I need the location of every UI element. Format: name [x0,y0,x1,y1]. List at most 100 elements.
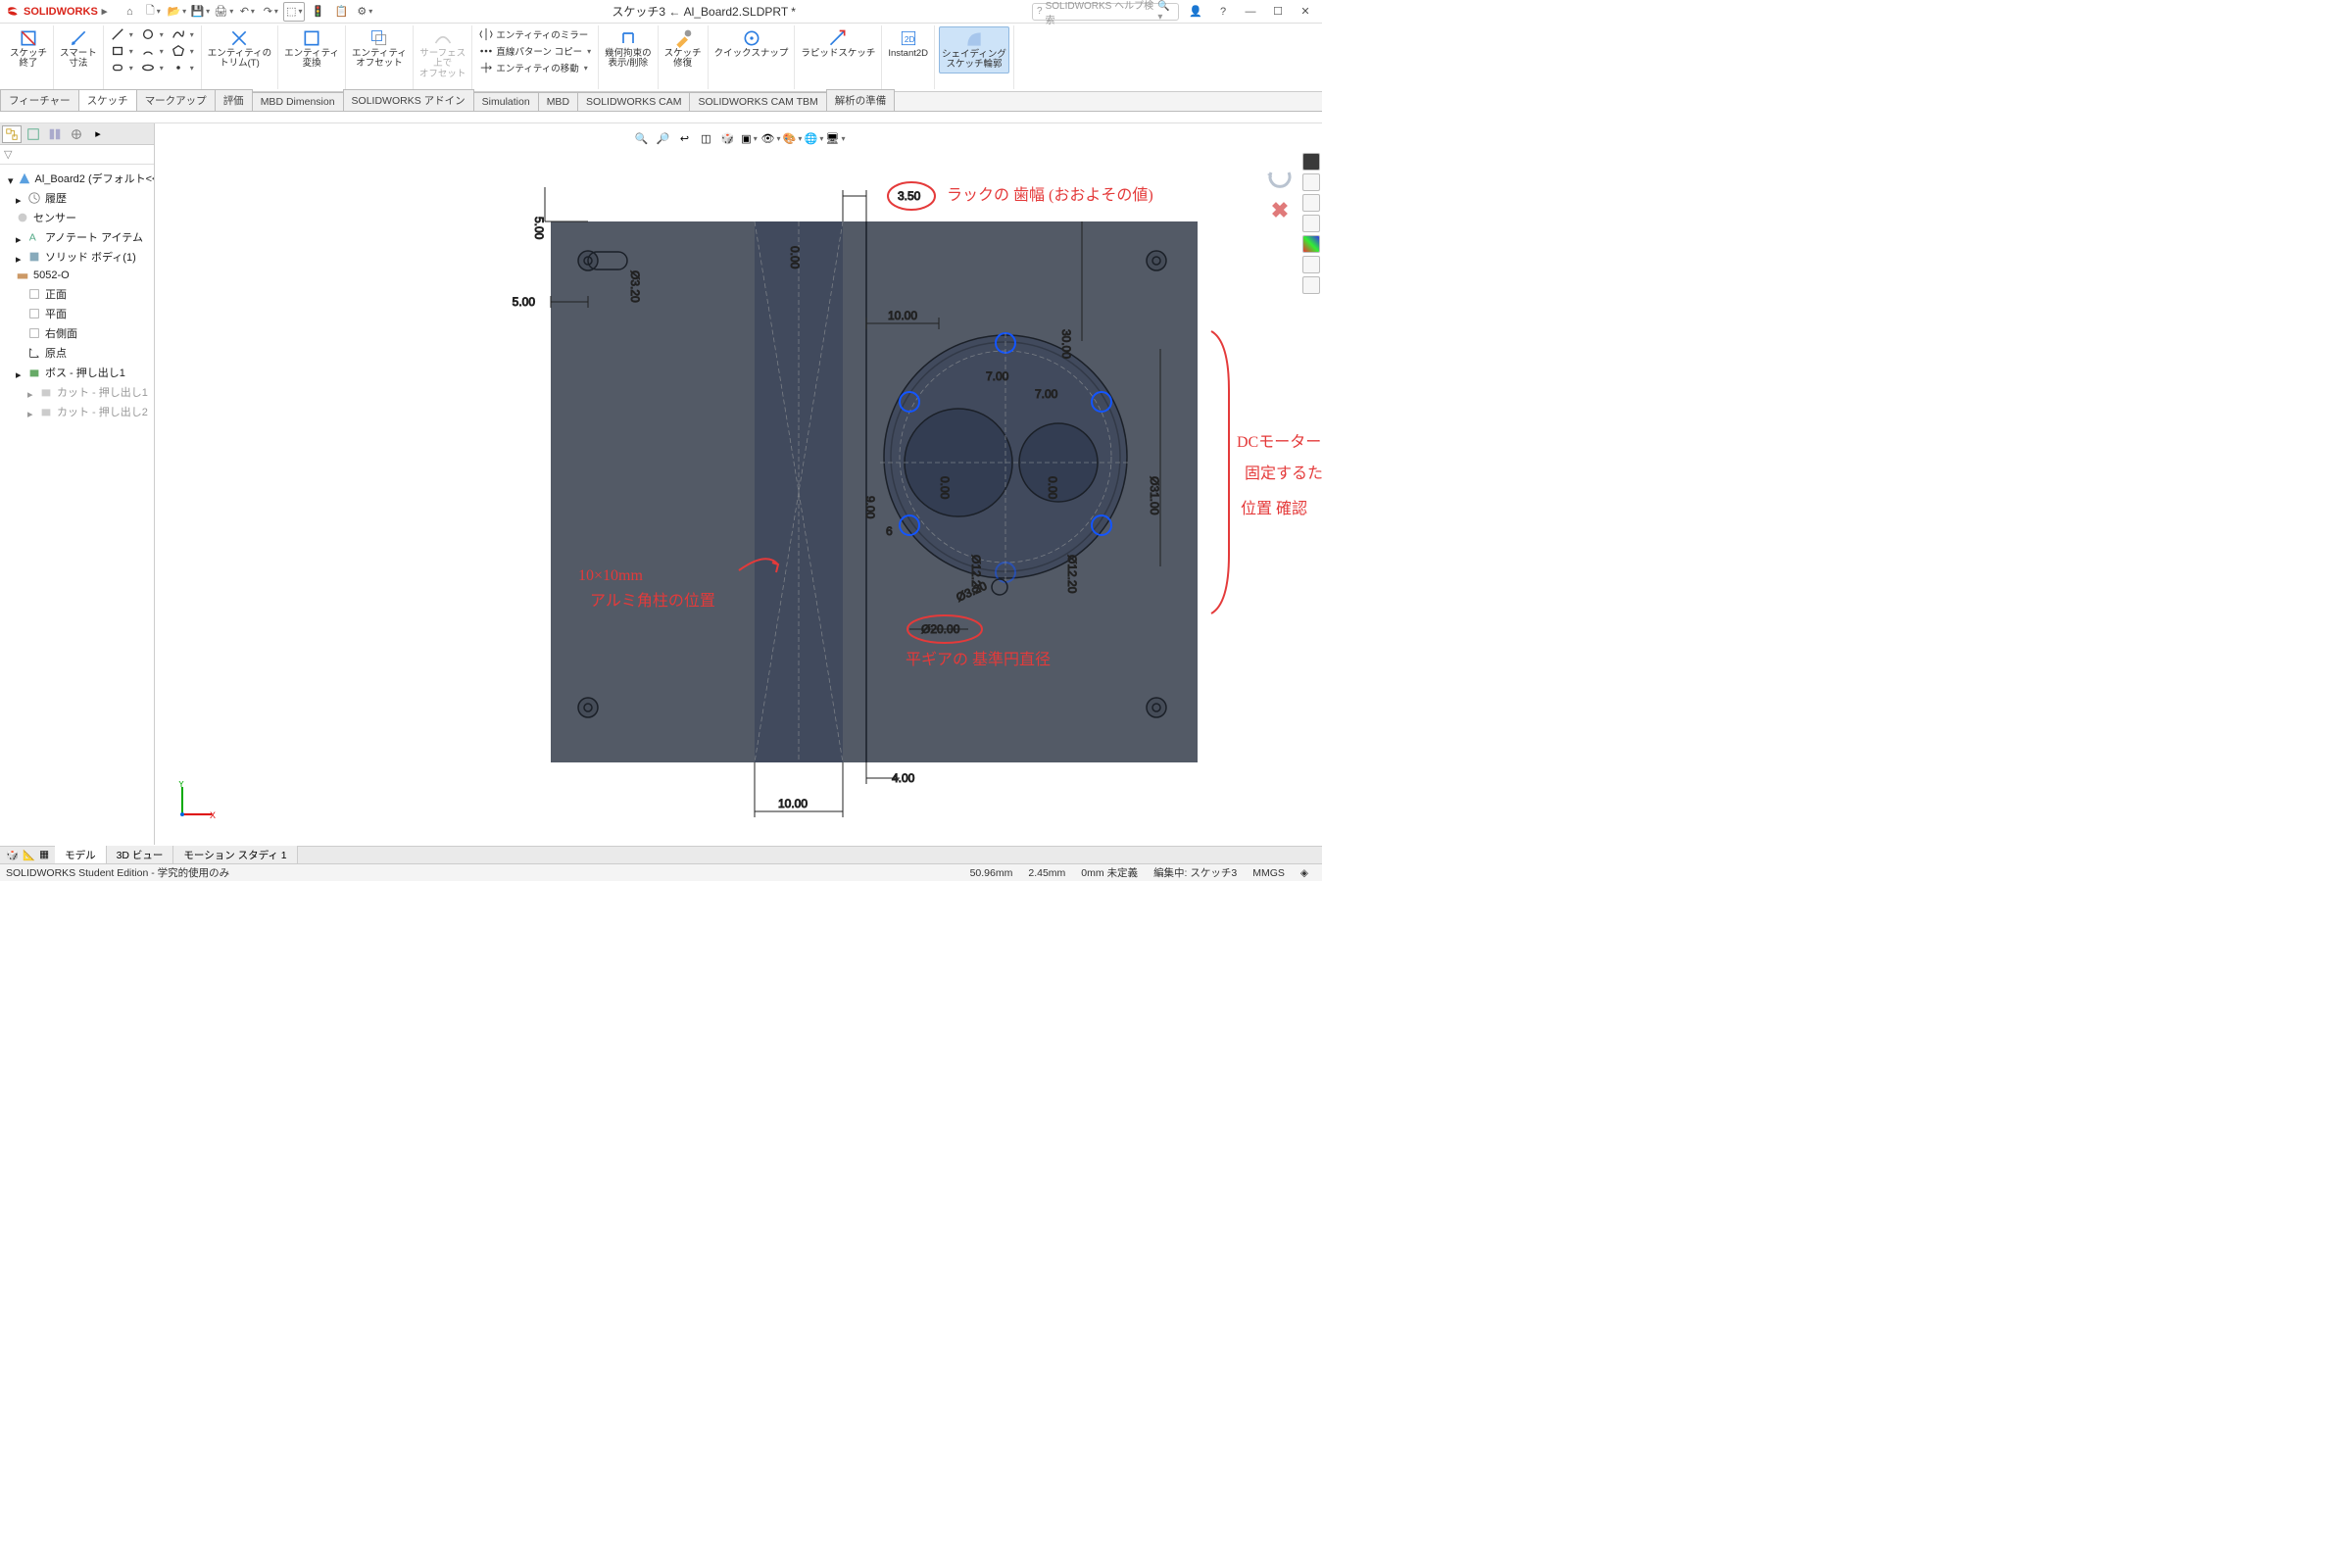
move-entities-button[interactable]: エンティティの移動 [476,60,590,75]
orientation-triad[interactable]: Y X [174,781,216,822]
fm-tab-dimxpert-icon[interactable] [67,125,86,143]
tab-sw-addins[interactable]: SOLIDWORKS アドイン [343,89,474,111]
rapid-sketch-button[interactable]: ラピッドスケッチ [799,26,877,61]
status-units[interactable]: MMGS [1245,867,1293,879]
tab-feature[interactable]: フィーチャー [0,89,79,111]
qat-undo-icon[interactable]: ↶ [236,2,258,22]
tree-history[interactable]: ▸履歴 [2,188,152,208]
slot-tool-icon[interactable] [108,60,136,75]
display-constraints-button[interactable]: 幾何拘束の 表示/削除 [603,26,654,72]
rect-tool-icon[interactable] [108,43,136,59]
mirror-entities-button[interactable]: エンティティのミラー [476,26,591,42]
help-icon[interactable]: ? [1212,2,1234,22]
tree-root[interactable]: ▾ Al_Board2 (デフォルト<<デ [2,169,152,188]
tree-plane-right[interactable]: 右側面 [2,323,152,343]
shaded-sketch-button[interactable]: シェイディング スケッチ輪郭 [939,26,1009,74]
feature-manager-tabs: ▸ [0,123,154,145]
point-tool-icon[interactable] [169,60,197,75]
line-tool-icon[interactable] [108,26,136,42]
trim-entities-button[interactable]: エンティティの トリム(T) [206,26,273,72]
status-custom-icon[interactable]: ◈ [1293,867,1316,879]
convert-entities-button[interactable]: エンティティ 変換 [282,26,341,72]
minimize-button[interactable]: — [1240,2,1261,22]
arc-tool-icon[interactable] [138,43,167,59]
btab-3dview[interactable]: 3D ビュー [107,846,174,864]
bt-more-icon[interactable]: ▦ [39,849,49,861]
btab-motion[interactable]: モーション スタディ 1 [173,846,297,864]
qat-settings-icon[interactable]: ⚙ [354,2,375,22]
qat-select-icon[interactable]: ⬚ [283,2,305,22]
ann-rack: ラックの 歯幅 (おおよその値) [947,186,1153,204]
tree-plane-front[interactable]: 正面 [2,284,152,304]
status-coord-z: 0mm 未定義 [1073,865,1146,880]
qat-rebuild-icon[interactable]: 🚦 [307,2,328,22]
tree-material[interactable]: 5052-O [2,267,152,284]
bt-layers-icon[interactable]: 📐 [23,849,35,861]
btab-model[interactable]: モデル [55,846,107,864]
tab-sw-cam[interactable]: SOLIDWORKS CAM [577,92,690,111]
tree-plane-top[interactable]: 平面 [2,304,152,323]
maximize-button[interactable]: ☐ [1267,2,1289,22]
dim-d320a: Ø3.20 [628,270,642,303]
tree-boss-extrude1[interactable]: ▸ボス - 押し出し1 [2,363,152,382]
bt-orient-icon[interactable]: 🎲 [6,849,19,861]
polygon-tool-icon[interactable] [169,43,197,59]
dim-350: 3.50 [898,189,921,203]
tab-evaluate[interactable]: 評価 [215,89,253,111]
smart-dimension-button[interactable]: スマート 寸法 [58,26,99,72]
dim-9: 9.00 [863,496,877,519]
ellipse-tool-icon[interactable] [138,60,167,75]
tab-analysis-prep[interactable]: 解析の準備 [826,89,896,111]
tree-origin[interactable]: 原点 [2,343,152,363]
linear-pattern-button[interactable]: 直線パターン コピー [476,43,594,59]
close-button[interactable]: ✕ [1295,2,1316,22]
tree-cut-extrude2[interactable]: ▸カット - 押し出し2 [2,402,152,421]
tree-sensors[interactable]: センサー [2,208,152,227]
tab-simulation[interactable]: Simulation [473,92,539,111]
qat-open-icon[interactable]: 📂 [166,2,187,22]
qat-redo-icon[interactable]: ↷ [260,2,281,22]
tab-sketch[interactable]: スケッチ [78,89,137,111]
status-bar: SOLIDWORKS Student Edition - 学究的使用のみ 50.… [0,863,1322,881]
qat-save-icon[interactable]: 💾 [189,2,211,22]
fm-filter-input[interactable]: ▽ [0,145,154,165]
tp-custom-props-icon[interactable] [1302,256,1320,273]
tree-annotations[interactable]: ▸Aアノテート アイテム [2,227,152,247]
svg-text:X: X [210,810,216,820]
spline-tool-icon[interactable] [169,26,197,42]
fm-tab-property-icon[interactable] [24,125,43,143]
ann-dc3: 位置 確認 [1241,500,1307,517]
quick-snap-button[interactable]: クイックスナップ [712,26,791,61]
dim-10dc: 10.00 [888,309,917,322]
tp-appearances-icon[interactable] [1302,235,1320,253]
tp-design-library-icon[interactable] [1302,173,1320,191]
ann-gear: 平ギアの 基準円直径 [906,651,1051,668]
graphics-area[interactable]: ⛶ 🗗 — ✕ 🔍 🔎 ↩ ◫ 🎲 ▣ 👁 🎨 🌐 🖥 ✖ [155,123,1322,845]
tp-forum-icon[interactable] [1302,276,1320,294]
fm-tab-config-icon[interactable] [45,125,65,143]
user-icon[interactable]: 👤 [1185,2,1206,22]
tp-view-palette-icon[interactable] [1302,215,1320,232]
tp-resources-icon[interactable] [1302,153,1320,171]
instant2d-button[interactable]: 2DInstant2D [886,26,930,61]
qat-new-icon[interactable]: 🗋 [142,2,164,22]
repair-sketch-button[interactable]: スケッチ 修復 [662,26,704,72]
tp-file-explorer-icon[interactable] [1302,194,1320,212]
tree-cut-extrude1[interactable]: ▸カット - 押し出し1 [2,382,152,402]
exit-sketch-button[interactable]: スケッチ 終了 [8,26,49,72]
fm-tab-tree-icon[interactable] [2,125,22,143]
tab-sw-cam-tbm[interactable]: SOLIDWORKS CAM TBM [689,92,826,111]
qat-home-icon[interactable]: ⌂ [119,2,140,22]
fm-tab-display-icon[interactable]: ▸ [88,125,108,143]
tree-solid-bodies[interactable]: ▸ソリッド ボディ(1) [2,247,152,267]
qat-options-icon[interactable]: 📋 [330,2,352,22]
circle-tool-icon[interactable] [138,26,167,42]
surface-offset-button[interactable]: サーフェス 上で オフセット [417,26,468,81]
feature-tree: ▾ Al_Board2 (デフォルト<<デ ▸履歴 センサー ▸Aアノテート ア… [0,165,154,845]
tab-mbd-dimension[interactable]: MBD Dimension [252,92,344,111]
offset-entities-button[interactable]: エンティティ オフセット [350,26,409,72]
tab-mbd[interactable]: MBD [538,92,578,111]
tab-markup[interactable]: マークアップ [136,89,216,111]
qat-print-icon[interactable]: 🖨 [213,2,234,22]
help-search-input[interactable]: ?SOLIDWORKS ヘルプ検索🔍▾ [1032,3,1179,21]
